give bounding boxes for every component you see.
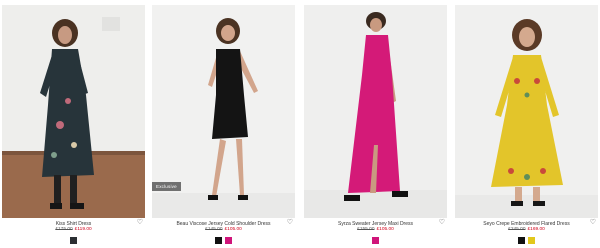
product-image[interactable] [2, 5, 145, 218]
color-swatches [455, 237, 598, 244]
wishlist-heart-icon[interactable]: ♡ [439, 219, 445, 226]
color-swatches [152, 237, 295, 244]
product-card-beau-cold-shoulder-dress[interactable]: Exclusive Beau Viscose Jersey Cold Shoul… [152, 5, 295, 245]
price-block: £155.00 £105.00 [304, 227, 447, 233]
product-photo-model-yellow-embroidered-dress [455, 5, 598, 218]
wishlist-heart-icon[interactable]: ♡ [137, 219, 143, 226]
color-swatches [304, 237, 447, 244]
price-block: £175.00 £119.00 [2, 227, 145, 233]
sale-price: £119.00 [74, 227, 92, 232]
product-image[interactable]: Exclusive [152, 5, 295, 218]
original-price: £145.00 [205, 227, 223, 232]
product-photo-model-floral-shirt-dress [2, 5, 145, 218]
product-card-kiss-shirt-dress[interactable]: Kiss Shirt Dress ♡ £175.00 £119.00 [2, 5, 145, 245]
color-swatch-yellow[interactable] [528, 237, 535, 244]
color-swatch-pink[interactable] [225, 237, 232, 244]
color-swatches [2, 237, 145, 244]
product-image[interactable] [455, 5, 598, 218]
wishlist-heart-icon[interactable]: ♡ [287, 219, 293, 226]
wishlist-heart-icon[interactable]: ♡ [590, 219, 596, 226]
sale-price: £105.00 [376, 227, 394, 232]
price-block: £145.00 £105.00 [152, 227, 295, 233]
product-image[interactable] [304, 5, 447, 218]
sale-price: £169.00 [527, 227, 545, 232]
color-swatch-navy[interactable] [70, 237, 77, 244]
product-photo-model-pink-maxi-dress [304, 5, 447, 218]
exclusive-badge: Exclusive [152, 182, 181, 191]
product-card-seyo-embroidered-dress[interactable]: Seyo Crepe Embroidered Flared Dress ♡ £2… [455, 5, 598, 245]
product-card-syrza-maxi-dress[interactable]: Syrza Sweater Jersey Maxi Dress ♡ £155.0… [304, 5, 447, 245]
original-price: £245.00 [508, 227, 526, 232]
sale-price: £105.00 [224, 227, 242, 232]
price-block: £245.00 £169.00 [455, 227, 598, 233]
original-price: £155.00 [357, 227, 375, 232]
original-price: £175.00 [55, 227, 73, 232]
color-swatch-black[interactable] [518, 237, 525, 244]
color-swatch-pink[interactable] [372, 237, 379, 244]
color-swatch-black[interactable] [215, 237, 222, 244]
